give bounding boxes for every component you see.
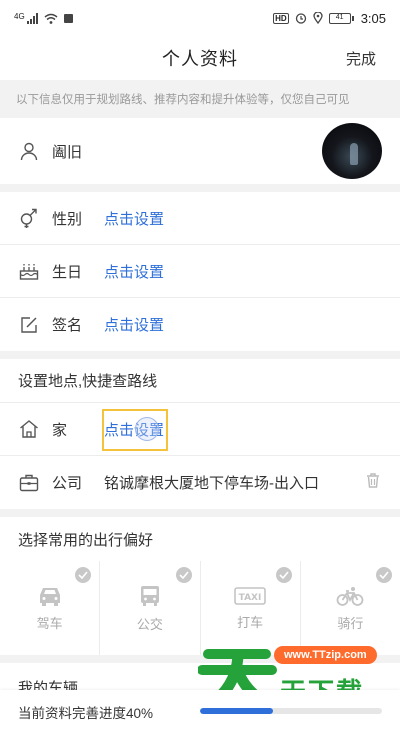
mode-car[interactable]: 驾车 bbox=[0, 561, 101, 655]
hd-badge: HD bbox=[273, 12, 289, 24]
signature-row[interactable]: 签名 点击设置 bbox=[0, 298, 400, 351]
check-icon bbox=[75, 567, 92, 583]
check-icon bbox=[275, 567, 292, 583]
alarm-icon bbox=[295, 13, 306, 24]
birthday-row[interactable]: 生日 点击设置 bbox=[0, 245, 400, 298]
birthday-value[interactable]: 点击设置 bbox=[104, 261, 164, 282]
delete-icon[interactable] bbox=[364, 471, 382, 494]
places-card: 设置地点,快捷查路线 家 点击设置 公司 铭诚摩根大厦地下停车场-出入口 bbox=[0, 359, 400, 509]
gender-label: 性别 bbox=[52, 210, 83, 228]
profile-card: 阖旧 bbox=[0, 118, 400, 184]
progress-bar bbox=[200, 708, 382, 714]
user-icon bbox=[18, 140, 40, 162]
places-title: 设置地点,快捷查路线 bbox=[0, 359, 400, 403]
status-bar: 4G HD 41 3:05 bbox=[0, 0, 400, 36]
car-icon bbox=[39, 587, 60, 606]
travel-card: 选择常用的出行偏好 驾车 公交 TAXI 打车 骑行 bbox=[0, 517, 400, 655]
bus-icon bbox=[140, 585, 159, 606]
location-icon bbox=[313, 12, 323, 24]
wifi-icon bbox=[44, 13, 58, 24]
avatar[interactable] bbox=[322, 123, 382, 179]
check-icon bbox=[175, 567, 192, 583]
birthday-label: 生日 bbox=[52, 263, 83, 281]
birthday-cake-icon bbox=[18, 260, 40, 282]
gender-icon bbox=[18, 207, 40, 229]
nickname-text: 阖旧 bbox=[52, 143, 83, 161]
taxi-icon: TAXI bbox=[234, 586, 266, 605]
watermark-url: www.TTzip.com bbox=[274, 646, 377, 664]
privacy-notice: 以下信息仅用于规划路线、推荐内容和提升体验等，仅您自己可见 bbox=[0, 80, 400, 118]
gender-value[interactable]: 点击设置 bbox=[104, 208, 164, 229]
progress-label: 当前资料完善进度40% bbox=[18, 706, 154, 721]
tap-indicator bbox=[135, 417, 159, 441]
details-card: 性别 点击设置 生日 点击设置 签名 点击设置 bbox=[0, 192, 400, 351]
signature-label: 签名 bbox=[52, 317, 83, 334]
home-label: 家 bbox=[52, 421, 68, 439]
signature-edit-icon bbox=[18, 314, 40, 336]
mode-label: 驾车 bbox=[36, 615, 63, 631]
bicycle-icon bbox=[336, 586, 364, 606]
work-row[interactable]: 公司 铭诚摩根大厦地下停车场-出入口 bbox=[0, 456, 400, 509]
nickname-row[interactable]: 阖旧 bbox=[0, 118, 400, 184]
clock: 3:05 bbox=[360, 10, 386, 26]
gender-row[interactable]: 性别 点击设置 bbox=[0, 192, 400, 245]
briefcase-icon bbox=[18, 472, 40, 494]
svg-text:TAXI: TAXI bbox=[239, 593, 262, 603]
signal-icon bbox=[26, 12, 38, 24]
mode-label: 骑行 bbox=[337, 615, 364, 631]
progress-fill bbox=[200, 708, 273, 714]
travel-title: 选择常用的出行偏好 bbox=[0, 517, 400, 561]
mode-label: 公交 bbox=[136, 616, 163, 632]
check-icon bbox=[376, 567, 392, 583]
notification-icon bbox=[63, 13, 73, 23]
done-button[interactable]: 完成 bbox=[346, 48, 376, 69]
mode-bus[interactable]: 公交 bbox=[100, 561, 201, 655]
mode-label: 打车 bbox=[237, 614, 264, 630]
home-row[interactable]: 家 点击设置 bbox=[0, 403, 400, 456]
page-title: 个人资料 bbox=[162, 49, 238, 69]
home-icon bbox=[18, 418, 40, 440]
battery-icon: 41 bbox=[328, 12, 354, 24]
network-label: 4G bbox=[14, 12, 25, 21]
app-header: 个人资料 完成 bbox=[0, 36, 400, 80]
work-value[interactable]: 铭诚摩根大厦地下停车场-出入口 bbox=[104, 472, 319, 493]
signature-value[interactable]: 点击设置 bbox=[104, 314, 164, 335]
progress-footer: 当前资料完善进度40% bbox=[0, 690, 400, 734]
work-label: 公司 bbox=[52, 475, 83, 492]
